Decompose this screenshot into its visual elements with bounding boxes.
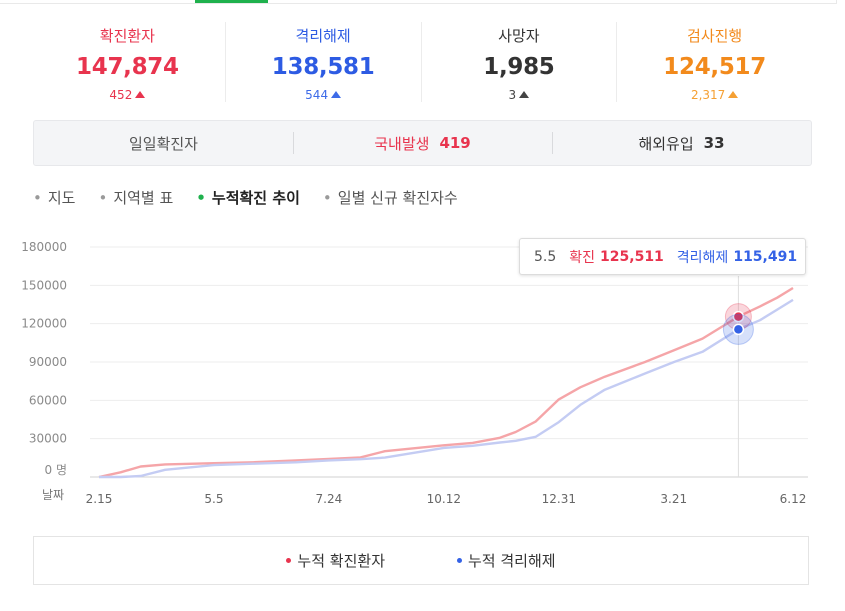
bullet-icon: • [322,189,332,207]
tab-label: 지도 [47,189,76,207]
tooltip-date: 5.5 [534,248,557,265]
tooltip-released-label: 격리해제 [676,249,729,266]
stat-label: 확진환자 [99,27,155,45]
bullet-icon: • [98,189,108,207]
stat-delta: 2,317 [617,87,812,103]
daily-label-cell: 일일확진자 [34,121,293,165]
series-line-released [99,298,794,479]
x-axis-title: 날짜 [42,488,64,502]
daily-confirmed-bar: 일일확진자 국내발생 419 해외유입 33 [33,120,812,166]
y-tick-label: 30000 [29,432,67,446]
stat-deaths: 사망자 1,985 3 [420,22,617,103]
chart-legend: 누적 확진환자 누적 격리해제 [33,536,809,585]
x-tick-label: 10.12 [427,492,461,506]
top-menu-divider [0,0,837,4]
legend-dot-icon [457,558,462,563]
bullet-icon: • [33,189,42,207]
x-tick-label: 3.21 [660,492,687,506]
overseas-label: 해외유입 [638,134,694,153]
y-tick-label: 90000 [29,355,67,369]
x-tick-label: 2.15 [86,492,113,506]
stat-delta: 452 [30,87,225,103]
up-triangle-icon [331,91,342,98]
stat-value: 147,874 [76,54,179,80]
stat-delta-value: 2,317 [690,88,726,102]
stat-confirmed: 확진환자 147,874 452 [30,22,225,102]
stat-delta-value: 3 [508,88,517,102]
stat-label: 사망자 [498,27,540,45]
stat-value: 138,581 [271,54,375,80]
legend-label: 누적 격리해제 [468,552,556,570]
y-tick-label: 120000 [21,317,67,331]
x-tick-label: 6.12 [780,492,807,506]
x-tick-label: 5.5 [204,492,223,506]
tooltip-released-value: 115,491 [733,248,798,265]
tab-label: 누적확진 추이 [211,189,300,207]
legend-dot-icon [286,558,292,563]
stat-delta: 544 [226,87,421,103]
y-tick-label: 150000 [21,278,67,292]
summary-stats: 확진환자 147,874 452 격리해제 138,581 544 사망자 1,… [30,22,812,102]
tab-map[interactable]: • 지도 [33,187,75,209]
stat-testing: 검사진행 124,517 2,317 [616,22,812,102]
up-triangle-icon [519,91,530,98]
tab-label: 일별 신규 확진자수 [337,189,458,207]
tab-region-table[interactable]: • 지역별 표 [98,187,173,209]
highlight-point [732,323,745,336]
daily-overseas-cell: 해외유입 33 [552,121,811,165]
stat-delta-value: 452 [109,88,133,102]
stat-value: 1,985 [483,54,555,80]
tooltip-confirmed-label: 확진 [569,249,596,266]
chart-view-tabs: • 지도 • 지역별 표 • 누적확진 추이 • 일별 신규 확진자수 [33,187,458,209]
legend-label: 누적 확진환자 [297,552,385,570]
tab-label: 지역별 표 [113,189,174,207]
stat-released: 격리해제 138,581 544 [224,22,421,103]
tooltip-confirmed-value: 125,511 [600,248,664,265]
legend-item-released[interactable]: 누적 격리해제 [457,550,556,571]
y-tick-label: 180000 [21,240,67,254]
y-tick-label: 60000 [29,393,67,407]
stat-delta: 3 [422,87,617,103]
tab-cumulative-trend[interactable]: • 누적확진 추이 [196,187,300,209]
stat-value: 124,517 [663,54,766,80]
domestic-value: 419 [439,134,471,152]
stat-delta-value: 544 [305,88,329,102]
chart-tooltip: 5.5 확진 125,511 격리해제 115,491 [519,238,806,275]
tab-daily-new-cases[interactable]: • 일별 신규 확진자수 [323,187,458,209]
active-menu-indicator [195,0,268,3]
up-triangle-icon [728,91,739,98]
bullet-icon: • [196,189,206,207]
stat-label: 격리해제 [295,27,351,45]
x-tick-label: 12.31 [542,492,576,506]
overseas-value: 33 [703,134,725,152]
legend-item-confirmed[interactable]: 누적 확진환자 [286,550,385,571]
stat-label: 검사진행 [687,27,743,45]
x-tick-label: 7.24 [316,492,343,506]
y-tick-label: 0 명 [45,463,68,477]
daily-label: 일일확진자 [128,134,198,153]
up-triangle-icon [135,91,146,98]
daily-domestic-cell: 국내발생 419 [293,121,552,165]
domestic-label: 국내발생 [374,134,430,153]
